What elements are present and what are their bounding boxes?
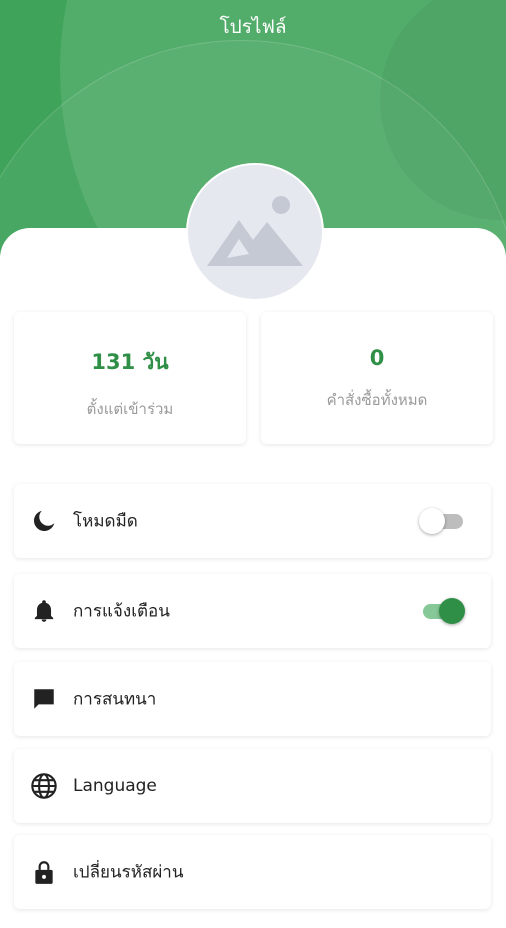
settings-row-dark-mode[interactable]: โหมดมืด — [14, 484, 491, 558]
settings-row-label: เปลี่ยนรหัสผ่าน — [73, 862, 184, 883]
lock-icon — [30, 858, 58, 886]
globe-icon — [30, 772, 58, 800]
stat-card-days-joined: 131 วัน ตั้งแต่เข้าร่วม — [14, 312, 246, 444]
settings-row-language[interactable]: Language — [14, 749, 491, 823]
stat-label: คำสั่งซื้อทั้งหมด — [326, 391, 428, 409]
stat-label: ตั้งแต่เข้าร่วม — [86, 400, 174, 418]
dark-mode-toggle[interactable] — [419, 508, 465, 534]
avatar[interactable] — [186, 163, 324, 301]
settings-row-label: Language — [73, 776, 157, 796]
settings-row-chat[interactable]: การสนทนา — [14, 662, 491, 736]
stat-value: 0 — [369, 346, 385, 370]
settings-row-label: การสนทนา — [73, 689, 157, 710]
image-placeholder-icon — [207, 196, 303, 266]
moon-icon — [30, 507, 58, 535]
notifications-toggle[interactable] — [419, 598, 465, 624]
stat-value: 131 วัน — [91, 350, 169, 374]
stat-card-total-orders: 0 คำสั่งซื้อทั้งหมด — [261, 312, 493, 444]
page-title: โปรไฟล์ — [219, 16, 287, 38]
bell-icon — [30, 597, 58, 625]
settings-row-label: การแจ้งเตือน — [73, 601, 170, 622]
settings-row-notifications[interactable]: การแจ้งเตือน — [14, 574, 491, 648]
settings-row-label: โหมดมืด — [73, 511, 138, 532]
chat-icon — [30, 685, 58, 713]
settings-row-change-password[interactable]: เปลี่ยนรหัสผ่าน — [14, 835, 491, 909]
